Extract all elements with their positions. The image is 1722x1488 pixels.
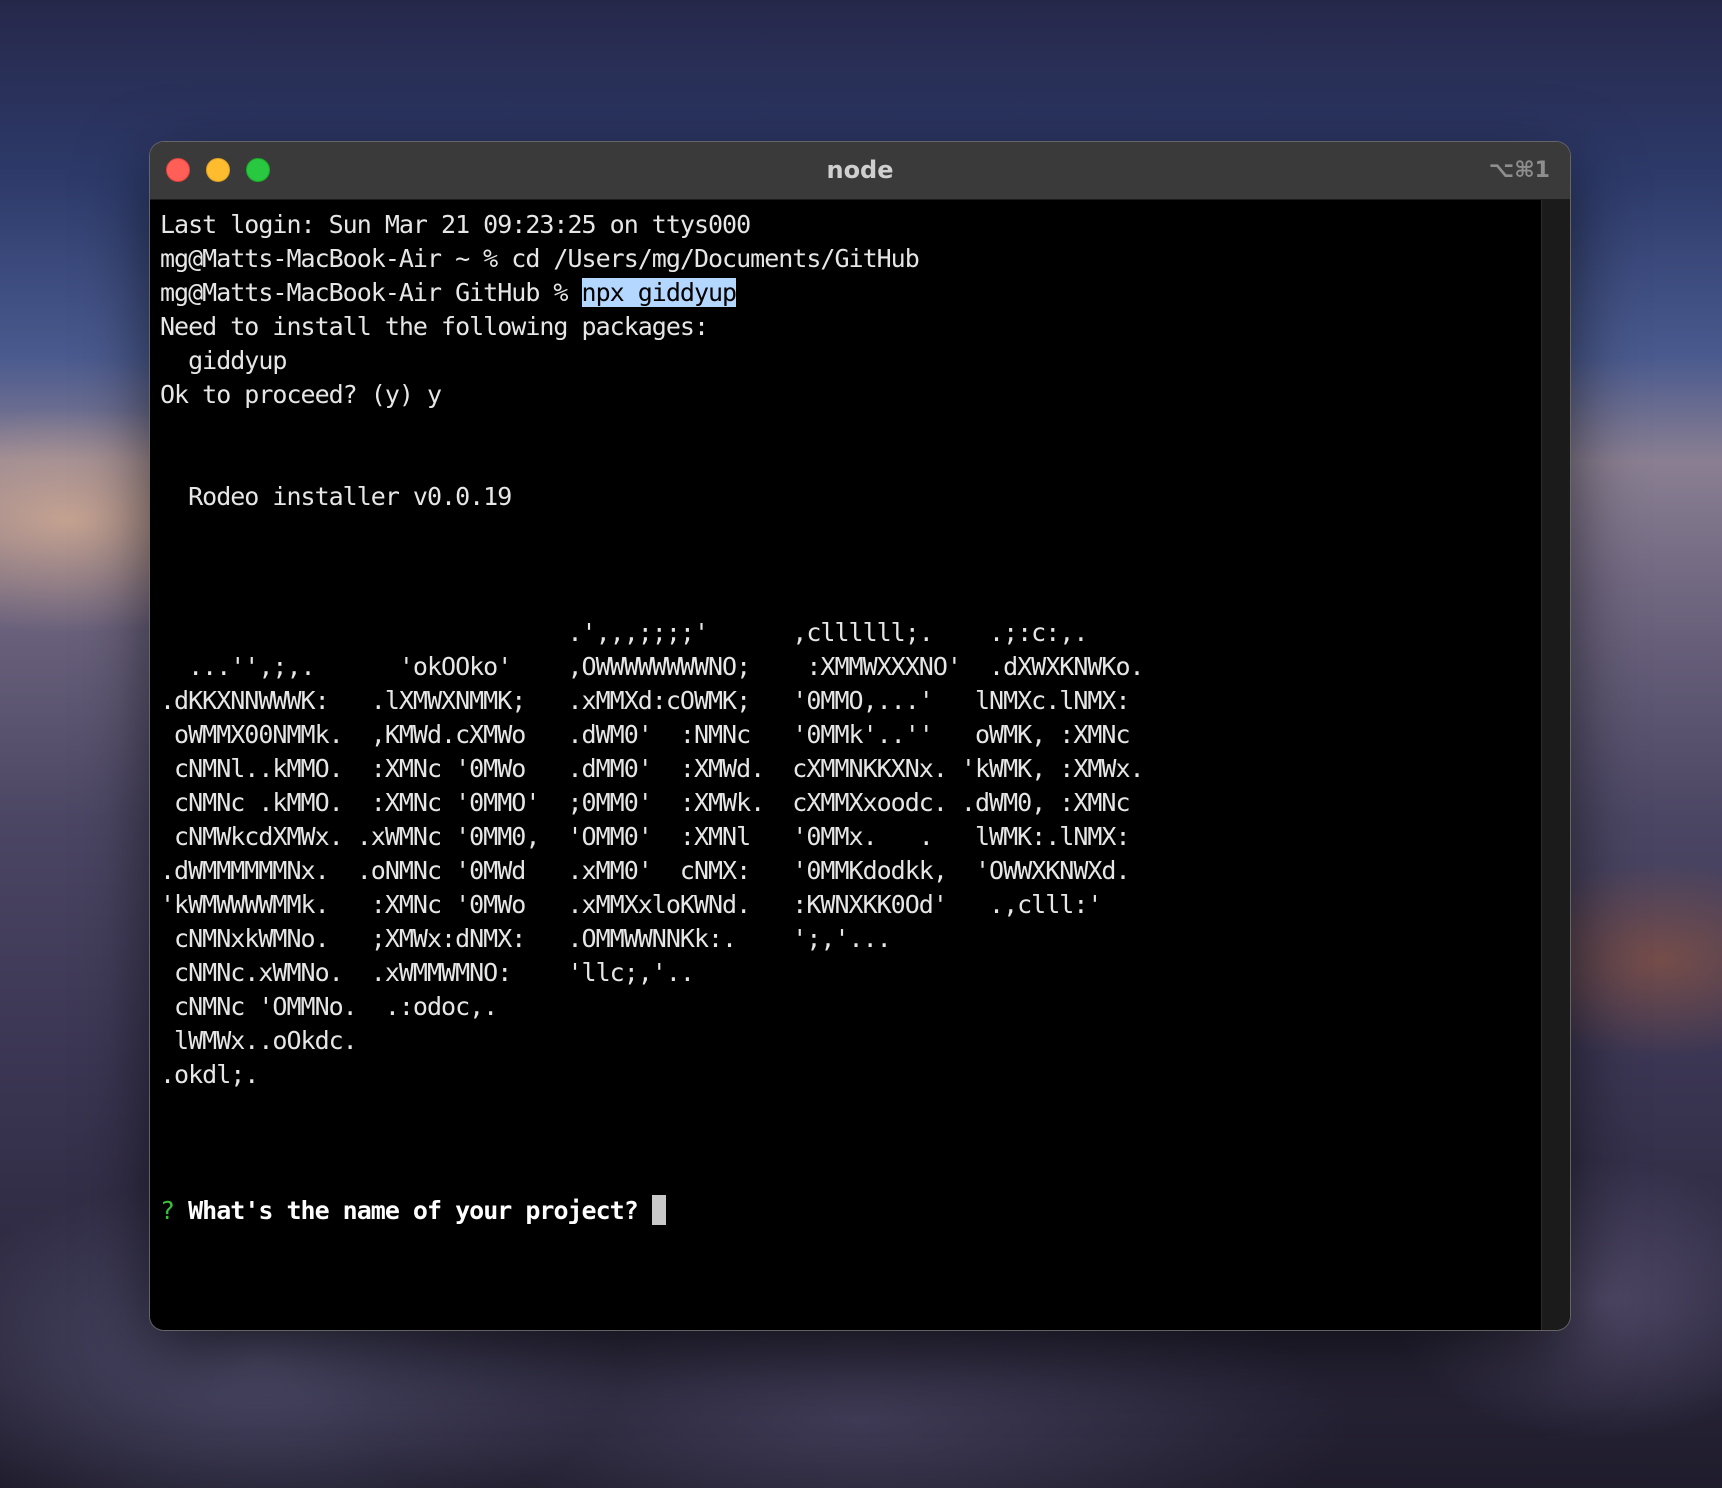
ascii-art-line: cNMNc.xWMNo. .xWMMWMNO: 'llc;,'.. — [160, 958, 695, 987]
command-line-cd: mg@Matts-MacBook-Air ~ % cd /Users/mg/Do… — [160, 244, 920, 273]
project-name-question: What's the name of your project? — [174, 1196, 652, 1225]
install-package-line: giddyup — [160, 346, 287, 375]
selected-command-text[interactable]: npx giddyup — [581, 278, 737, 307]
ascii-art-line: cNMNl..kMMO. :XMNc '0MWo .dMM0' :XMWd. c… — [160, 754, 1145, 783]
window-title: node — [826, 156, 894, 184]
installer-title-line: Rodeo installer v0.0.19 — [160, 482, 512, 511]
terminal-output[interactable]: Last login: Sun Mar 21 09:23:25 on ttys0… — [150, 200, 1542, 1330]
title-bar[interactable]: node ⌥⌘1 — [150, 142, 1570, 200]
window-shortcut-label: ⌥⌘1 — [1488, 158, 1550, 183]
ascii-art-line: cNMNxkWMNo. ;XMWx:dNMX: .OMMWWNNKk:. ';,… — [160, 924, 892, 953]
ascii-art-line: .',,,;;;;' ,cllllll;. .;:c:,. — [160, 618, 1088, 647]
ascii-art-line: .dKKXNNWWWK: .lXMWXNMMK; .xMMXd:cOWMK; '… — [160, 686, 1131, 715]
proceed-line: Ok to proceed? (y) y — [160, 380, 442, 409]
shell-prompt: mg@Matts-MacBook-Air GitHub % — [160, 278, 582, 307]
last-login-line: Last login: Sun Mar 21 09:23:25 on ttys0… — [160, 210, 751, 239]
ascii-art-line: .okdl;. — [160, 1060, 259, 1089]
ascii-art-line: ...'',;,. 'okOOko' ,OWWWWWWWWNO; :XMMWXX… — [160, 652, 1145, 681]
ascii-art-line: 'kWMWWWWMMk. :XMNc '0MWo .xMMXxloKWNd. :… — [160, 890, 1102, 919]
ascii-art-line: cNMNc .kMMO. :XMNc '0MMO' ;0MM0' :XMWk. … — [160, 788, 1131, 817]
ascii-art-logo: .',,,;;;;' ,cllllll;. .;:c:,. ...'',;,. … — [160, 616, 1542, 1092]
ascii-art-line: cNMWkcdXMWx. .xWMNc '0MM0, 'OMM0' :XMNl … — [160, 822, 1131, 851]
command-line-npx: mg@Matts-MacBook-Air GitHub % npx giddyu… — [160, 276, 1542, 310]
ascii-art-line: cNMNc 'OMMNo. .:odoc,. — [160, 992, 498, 1021]
ascii-art-line: .dWMMMMMMNx. .oNMNc '0MWd .xMM0' cNMX: '… — [160, 856, 1131, 885]
desktop-background: node ⌥⌘1 Last login: Sun Mar 21 09:23:25… — [0, 0, 1722, 1488]
scrollbar[interactable] — [1541, 200, 1570, 1330]
install-message-line: Need to install the following packages: — [160, 312, 709, 341]
terminal-window[interactable]: node ⌥⌘1 Last login: Sun Mar 21 09:23:25… — [150, 142, 1570, 1330]
text-cursor[interactable] — [651, 1195, 666, 1225]
project-name-prompt[interactable]: ? What's the name of your project? — [160, 1194, 1542, 1228]
ascii-art-line: lWMWx..oOkdc. — [160, 1026, 358, 1055]
question-mark-icon: ? — [160, 1196, 175, 1225]
ascii-art-line: oWMMX00NMMk. ,KMWd.cXMWo .dWM0' :NMNc '0… — [160, 720, 1131, 749]
